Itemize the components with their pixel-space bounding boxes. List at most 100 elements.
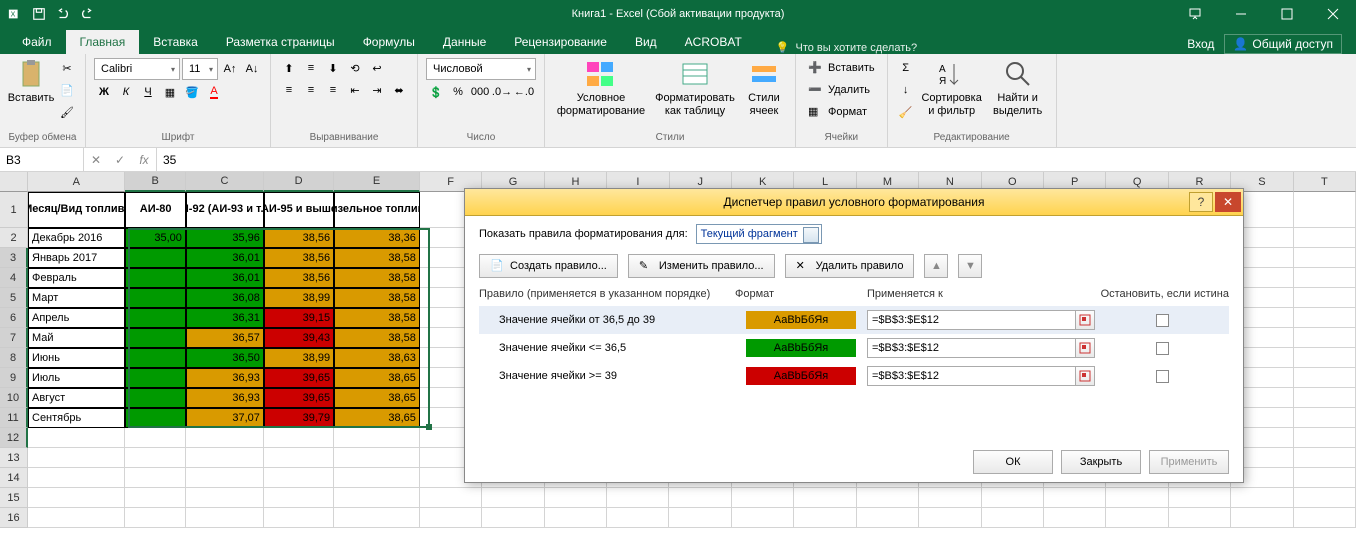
- font-size-combo[interactable]: 11: [182, 58, 218, 80]
- cell[interactable]: [1294, 428, 1356, 448]
- cell[interactable]: [125, 488, 185, 508]
- row-header[interactable]: 14: [0, 468, 28, 488]
- value-cell[interactable]: [125, 388, 185, 408]
- row-header[interactable]: 12: [0, 428, 28, 448]
- value-cell[interactable]: 36,50: [186, 348, 264, 368]
- cell-styles-button[interactable]: Стили ячеек: [741, 58, 787, 118]
- month-cell[interactable]: Февраль: [28, 268, 125, 288]
- value-cell[interactable]: 38,56: [264, 248, 334, 268]
- value-cell[interactable]: 36,93: [186, 368, 264, 388]
- move-up-button[interactable]: ▲: [924, 254, 948, 278]
- fill-icon[interactable]: ↓: [896, 80, 916, 100]
- cell[interactable]: [1169, 488, 1231, 508]
- bold-icon[interactable]: Ж: [94, 82, 114, 102]
- select-all-corner[interactable]: [0, 172, 28, 192]
- tab-layout[interactable]: Разметка страницы: [212, 30, 349, 54]
- accept-formula-icon[interactable]: ✓: [108, 148, 132, 172]
- insert-cells-button[interactable]: ➕Вставить: [804, 58, 879, 78]
- cell[interactable]: [545, 508, 607, 528]
- cell[interactable]: [264, 448, 334, 468]
- value-cell[interactable]: [125, 268, 185, 288]
- name-box[interactable]: B3: [0, 148, 84, 171]
- value-cell[interactable]: 38,63: [334, 348, 420, 368]
- new-rule-button[interactable]: 📄Создать правило...: [479, 254, 618, 278]
- cell[interactable]: [420, 488, 482, 508]
- cell[interactable]: [28, 428, 125, 448]
- cell[interactable]: [1294, 248, 1356, 268]
- month-cell[interactable]: Апрель: [28, 308, 125, 328]
- cell[interactable]: [334, 448, 420, 468]
- sort-filter-button[interactable]: AЯ Сортировка и фильтр: [919, 58, 985, 118]
- cell[interactable]: [125, 448, 185, 468]
- cell[interactable]: [857, 508, 919, 528]
- cell[interactable]: [482, 488, 544, 508]
- align-center-icon[interactable]: ≡: [301, 80, 321, 100]
- increase-indent-icon[interactable]: ⇥: [367, 80, 387, 100]
- clear-icon[interactable]: 🧹: [896, 102, 916, 122]
- cell[interactable]: [794, 488, 856, 508]
- number-format-combo[interactable]: Числовой: [426, 58, 536, 80]
- tab-file[interactable]: Файл: [8, 30, 66, 54]
- tab-view[interactable]: Вид: [621, 30, 671, 54]
- increase-decimal-icon[interactable]: .0→: [492, 82, 512, 102]
- show-for-dropdown[interactable]: Текущий фрагмент: [696, 224, 822, 244]
- month-cell[interactable]: Январь 2017: [28, 248, 125, 268]
- apply-button[interactable]: Применить: [1149, 450, 1229, 474]
- cell[interactable]: [982, 508, 1044, 528]
- thousands-icon[interactable]: 000: [470, 82, 490, 102]
- range-picker-icon[interactable]: [1075, 338, 1095, 358]
- fill-color-icon[interactable]: 🪣: [182, 82, 202, 102]
- cell[interactable]: [186, 448, 264, 468]
- value-cell[interactable]: 36,08: [186, 288, 264, 308]
- ribbon-options-icon[interactable]: [1172, 0, 1218, 28]
- header-cell[interactable]: Месяц/Вид топлива: [28, 192, 125, 228]
- cell[interactable]: [125, 468, 185, 488]
- cell[interactable]: [669, 508, 731, 528]
- font-name-combo[interactable]: Calibri: [94, 58, 180, 80]
- row-header[interactable]: 6: [0, 308, 28, 328]
- delete-rule-button[interactable]: ✕Удалить правило: [785, 254, 915, 278]
- cell[interactable]: [607, 508, 669, 528]
- rule-range-input[interactable]: =$B$3:$E$12: [867, 338, 1076, 358]
- cell[interactable]: [1044, 488, 1106, 508]
- cell[interactable]: [1294, 328, 1356, 348]
- cell[interactable]: [1231, 508, 1293, 528]
- value-cell[interactable]: 39,65: [264, 368, 334, 388]
- cell[interactable]: [732, 508, 794, 528]
- cancel-formula-icon[interactable]: ✕: [84, 148, 108, 172]
- column-header[interactable]: C: [186, 172, 264, 192]
- month-cell[interactable]: Июнь: [28, 348, 125, 368]
- decrease-indent-icon[interactable]: ⇤: [345, 80, 365, 100]
- row-header[interactable]: 7: [0, 328, 28, 348]
- font-color-icon[interactable]: A: [204, 82, 224, 102]
- rule-row[interactable]: Значение ячейки от 36,5 до 39 АаВbБбЯя =…: [479, 306, 1229, 334]
- value-cell[interactable]: 38,65: [334, 368, 420, 388]
- cell[interactable]: [186, 488, 264, 508]
- value-cell[interactable]: 38,58: [334, 288, 420, 308]
- cell[interactable]: [28, 468, 125, 488]
- cell[interactable]: [794, 508, 856, 528]
- share-button[interactable]: 👤 Общий доступ: [1224, 34, 1342, 54]
- header-cell[interactable]: Дизельное топливо: [334, 192, 420, 228]
- value-cell[interactable]: 39,43: [264, 328, 334, 348]
- value-cell[interactable]: 36,31: [186, 308, 264, 328]
- conditional-format-button[interactable]: Условное форматирование: [553, 58, 649, 118]
- value-cell[interactable]: [125, 348, 185, 368]
- paste-button[interactable]: Вставить: [8, 58, 54, 105]
- rule-row[interactable]: Значение ячейки >= 39 АаВbБбЯя =$B$3:$E$…: [479, 362, 1229, 390]
- cell[interactable]: [669, 488, 731, 508]
- cell[interactable]: [186, 508, 264, 528]
- format-painter-icon[interactable]: 🖌: [57, 102, 77, 122]
- value-cell[interactable]: [125, 368, 185, 388]
- cell[interactable]: [1294, 308, 1356, 328]
- value-cell[interactable]: 36,01: [186, 248, 264, 268]
- close-icon[interactable]: [1310, 0, 1356, 28]
- tab-insert[interactable]: Вставка: [139, 30, 212, 54]
- dialog-close-icon[interactable]: ✕: [1215, 192, 1241, 212]
- cell[interactable]: [28, 508, 125, 528]
- range-picker-icon[interactable]: [1075, 310, 1095, 330]
- stop-if-true-checkbox[interactable]: [1156, 314, 1169, 327]
- row-header[interactable]: 16: [0, 508, 28, 528]
- row-header[interactable]: 4: [0, 268, 28, 288]
- header-cell[interactable]: АИ-92 (АИ-93 и т.п.): [186, 192, 264, 228]
